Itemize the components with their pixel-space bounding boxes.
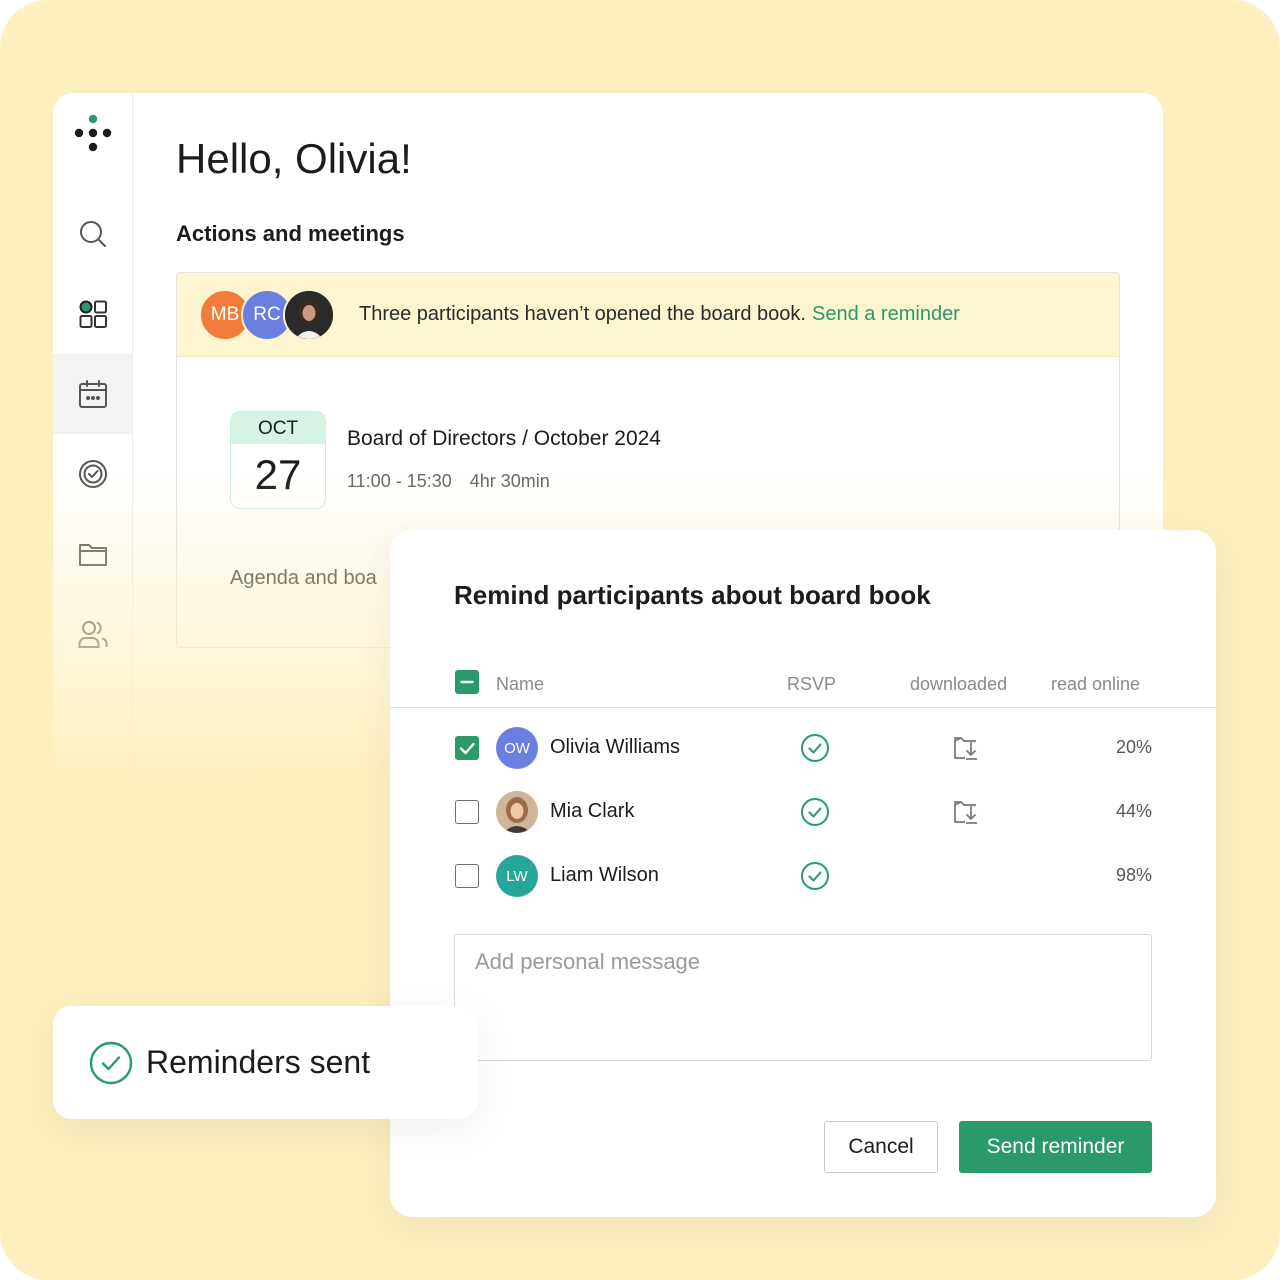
download-icon xyxy=(954,737,977,760)
download-icon xyxy=(954,801,977,824)
avatar-photo xyxy=(496,791,538,833)
date-badge: OCT 27 xyxy=(230,411,326,509)
rsvp-check-icon xyxy=(801,862,829,890)
avatar-stack: MB RC xyxy=(199,288,339,341)
read-online-percent: 44% xyxy=(1115,801,1152,821)
personal-message-input[interactable] xyxy=(454,934,1152,1061)
select-all-checkbox[interactable] xyxy=(455,670,479,694)
sidebar-item-people[interactable] xyxy=(53,594,133,674)
cancel-button[interactable]: Cancel xyxy=(824,1121,938,1173)
date-day: 27 xyxy=(254,451,302,498)
users-icon xyxy=(78,621,108,648)
unread-notice: MB RC Three participants haven’t opened … xyxy=(177,273,1119,357)
sidebar-item-search[interactable] xyxy=(53,194,133,274)
logo-icon xyxy=(74,114,112,152)
page-title: Hello, Olivia! xyxy=(176,135,412,182)
column-header-read-online[interactable]: read online xyxy=(1051,674,1140,695)
avatar-photo xyxy=(283,288,335,341)
section-title: Actions and meetings xyxy=(176,221,405,246)
check-circle-icon xyxy=(89,1041,133,1084)
toast-notification: Reminders sent xyxy=(53,1006,478,1119)
column-header-downloaded[interactable]: downloaded xyxy=(910,674,1007,695)
avatar: LW xyxy=(496,855,538,897)
row-checkbox[interactable] xyxy=(455,864,479,888)
row-checkbox[interactable] xyxy=(455,736,479,760)
sidebar xyxy=(53,93,133,793)
calendar-icon xyxy=(79,380,107,408)
meeting-duration: 4hr 30min xyxy=(469,471,550,491)
table-row[interactable]: Mia Clark 44% xyxy=(390,780,1216,844)
search-icon xyxy=(80,221,106,247)
meeting-title[interactable]: Board of Directors / October 2024 xyxy=(347,427,661,451)
row-checkbox[interactable] xyxy=(455,800,479,824)
read-online-percent: 20% xyxy=(1115,737,1152,757)
sidebar-item-dashboard[interactable] xyxy=(53,274,133,354)
remind-modal: Remind participants about board book Nam… xyxy=(390,530,1216,1217)
notice-text: Three participants haven’t opened the bo… xyxy=(359,303,806,325)
avatar: OW xyxy=(496,727,538,769)
date-month: OCT xyxy=(231,412,325,444)
agenda-label[interactable]: Agenda and boa xyxy=(230,567,377,590)
participant-name: Liam Wilson xyxy=(550,864,659,886)
sidebar-item-tasks[interactable] xyxy=(53,434,133,514)
grid-icon xyxy=(79,300,107,328)
participant-name: Olivia Williams xyxy=(550,736,680,758)
table-row[interactable]: OW Olivia Williams 20% xyxy=(390,716,1216,780)
modal-title: Remind participants about board book xyxy=(454,580,931,610)
canvas: Hello, Olivia! Actions and meetings MB R… xyxy=(0,0,1280,1280)
minus-icon xyxy=(460,680,474,684)
check-circle-icon xyxy=(79,460,107,488)
sidebar-item-files[interactable] xyxy=(53,514,133,594)
toast-text: Reminders sent xyxy=(146,1044,371,1080)
read-online-percent: 98% xyxy=(1115,865,1152,885)
table-header: Name RSVP downloaded read online xyxy=(390,660,1216,708)
sidebar-item-calendar[interactable] xyxy=(53,354,133,434)
participant-name: Mia Clark xyxy=(550,800,635,822)
checkmark-icon xyxy=(459,742,475,755)
send-reminder-button[interactable]: Send reminder xyxy=(959,1121,1152,1173)
column-header-rsvp[interactable]: RSVP xyxy=(787,674,836,695)
rsvp-check-icon xyxy=(801,734,829,762)
rsvp-check-icon xyxy=(801,798,829,826)
send-reminder-link[interactable]: Send a reminder xyxy=(812,303,960,325)
table-row[interactable]: LW Liam Wilson 98% xyxy=(390,844,1216,908)
column-header-name[interactable]: Name xyxy=(496,674,544,695)
meeting-time: 11:00 - 15:30 xyxy=(347,471,452,491)
folder-icon xyxy=(79,544,107,566)
